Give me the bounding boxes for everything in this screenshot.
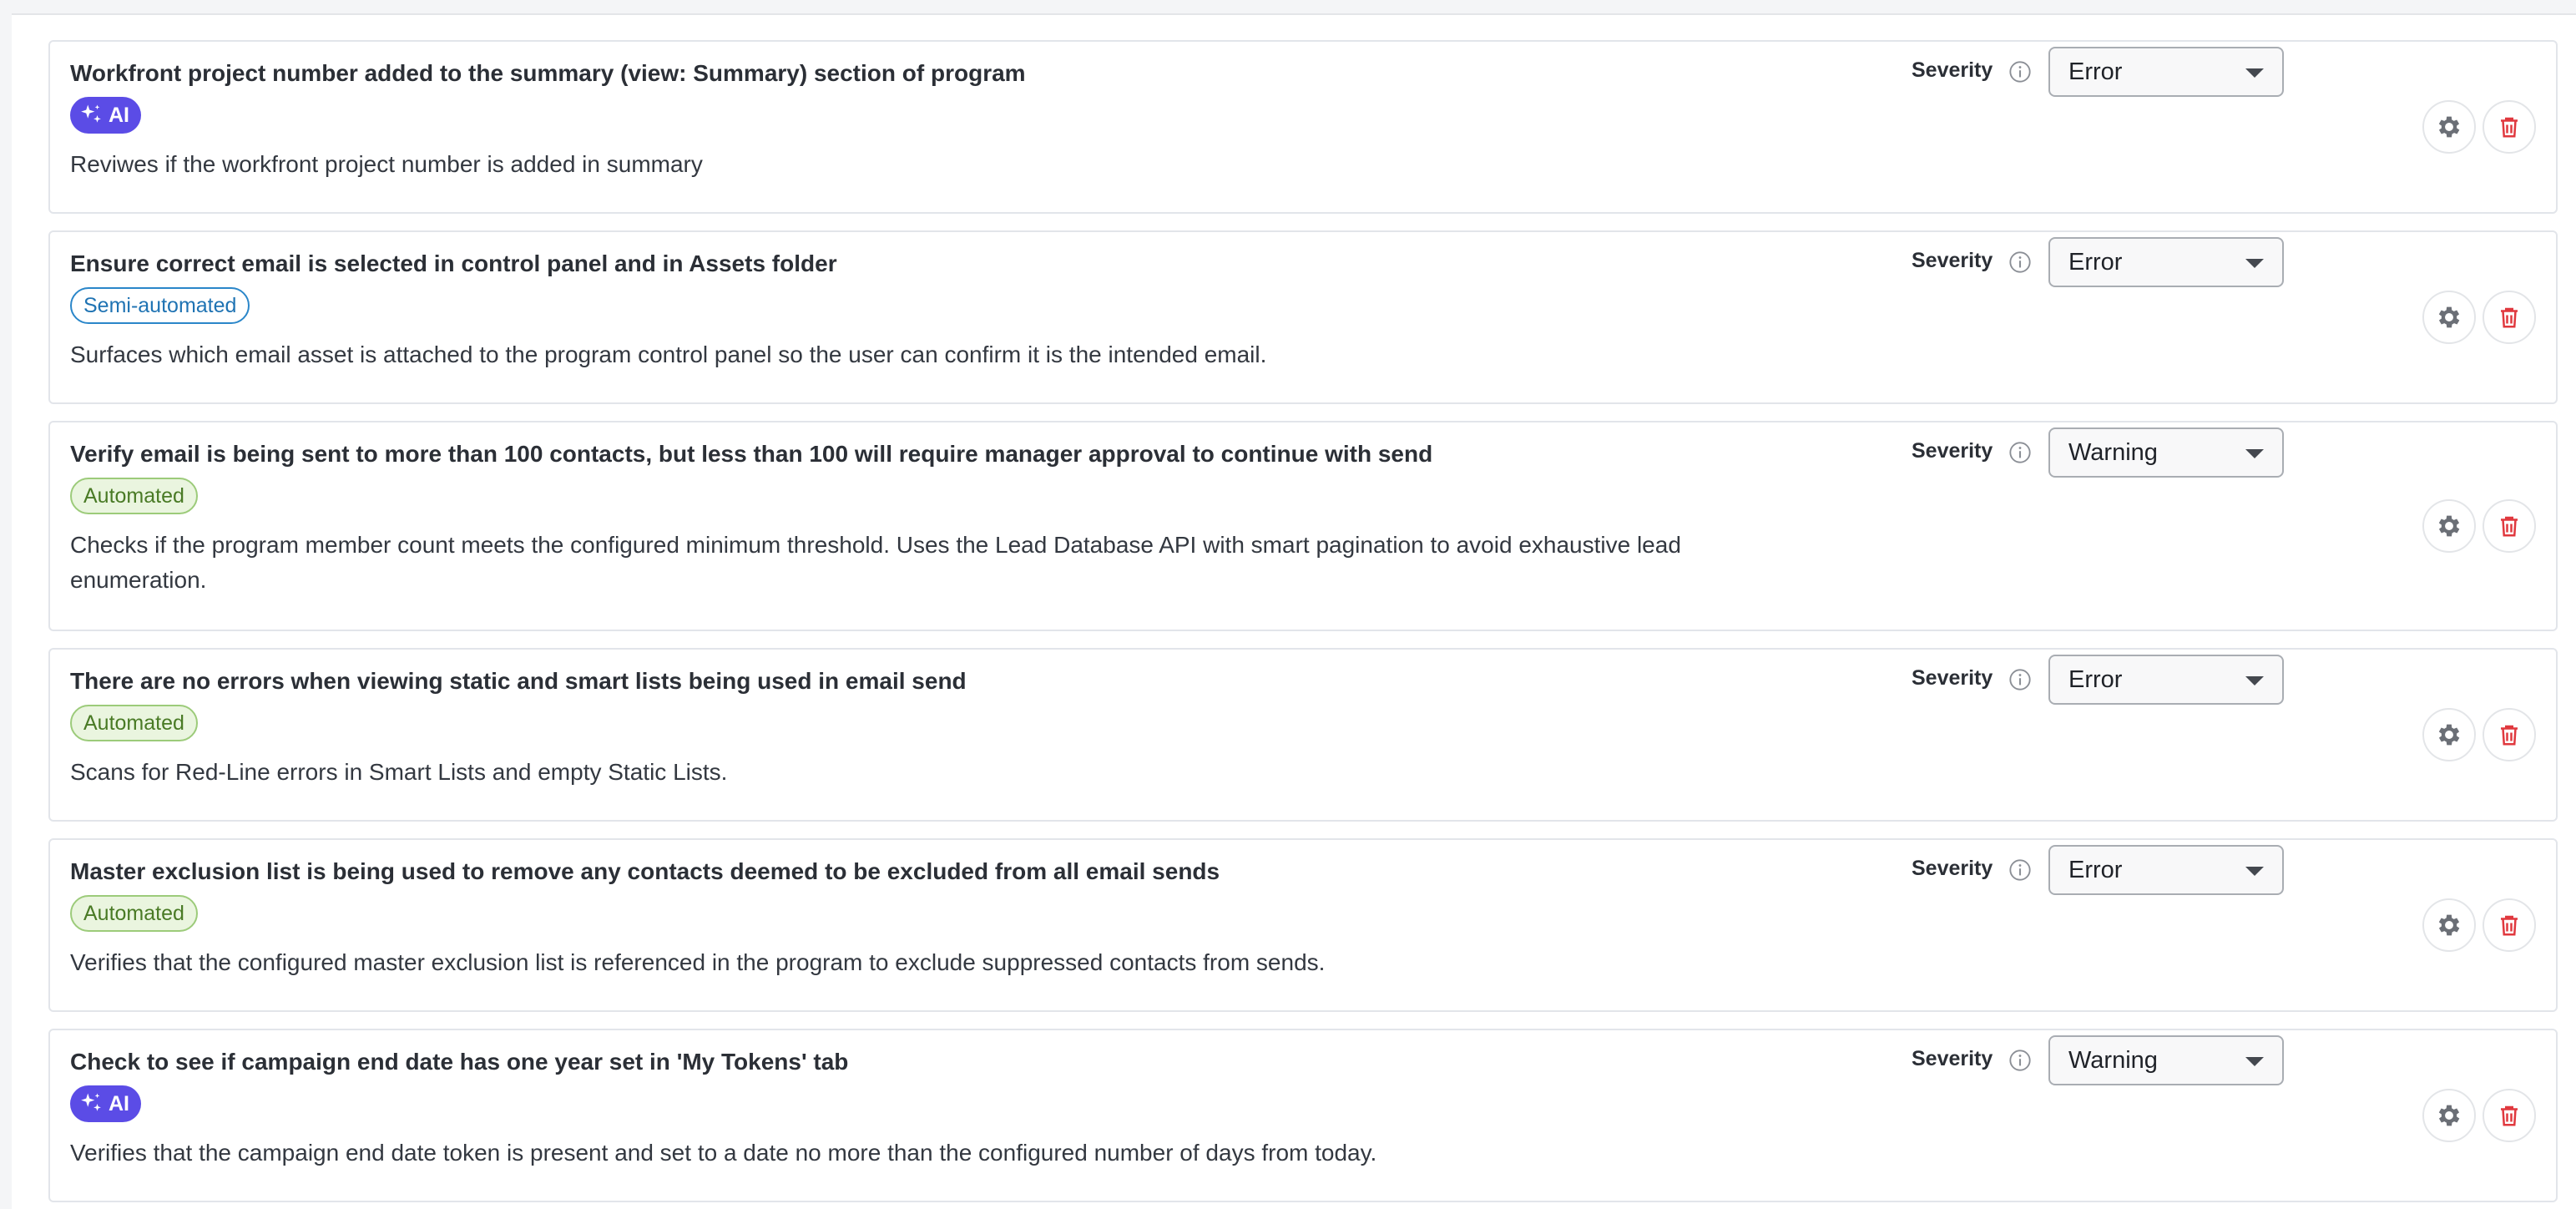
trash-icon <box>2501 516 2518 537</box>
settings-button[interactable] <box>2422 1089 2476 1142</box>
trash-icon <box>2501 1105 2518 1126</box>
rule-title: There are no errors when viewing static … <box>70 668 967 694</box>
info-icon[interactable] <box>2008 668 2032 691</box>
delete-button[interactable] <box>2483 898 2536 952</box>
severity-label: Severity <box>1912 249 1993 272</box>
rule-card: There are no errors when viewing static … <box>48 648 2558 822</box>
delete-button[interactable] <box>2483 499 2536 553</box>
delete-button[interactable] <box>2483 1089 2536 1142</box>
automated-badge: Automated <box>70 895 198 932</box>
rule-description: Reviwes if the workfront project number … <box>70 151 703 177</box>
badge-label: AI <box>109 104 129 127</box>
rule-description: Scans for Red-Line errors in Smart Lists… <box>70 759 728 785</box>
severity-select[interactable]: Error <box>2048 845 2284 895</box>
severity-value: Error <box>2068 666 2123 693</box>
rule-description: Verifies that the configured master excl… <box>70 949 1326 975</box>
severity-select[interactable]: Error <box>2048 47 2284 97</box>
caret-down-icon <box>2245 867 2264 876</box>
delete-button[interactable] <box>2483 708 2536 761</box>
sparkles-icon <box>81 1093 101 1111</box>
caret-down-icon <box>2245 449 2264 458</box>
info-icon[interactable] <box>2008 441 2032 464</box>
automated-badge: Automated <box>70 705 198 741</box>
severity-label: Severity <box>1912 1047 1993 1070</box>
settings-button[interactable] <box>2422 499 2476 553</box>
trash-icon <box>2501 307 2518 328</box>
caret-down-icon <box>2245 68 2264 78</box>
rule-card: Ensure correct email is selected in cont… <box>48 230 2558 404</box>
caret-down-icon <box>2245 259 2264 268</box>
rule-title: Check to see if campaign end date has on… <box>70 1049 849 1075</box>
rule-description: Surfaces which email asset is attached t… <box>70 341 1267 367</box>
ai-badge: AI <box>70 1085 141 1122</box>
rule-description: Checks if the program member count meets… <box>70 532 1681 593</box>
rule-card: Workfront project number added to the su… <box>48 40 2558 214</box>
rule-title: Workfront project number added to the su… <box>70 60 1026 86</box>
severity-label: Severity <box>1912 58 1993 82</box>
info-icon[interactable] <box>2008 250 2032 274</box>
trash-icon <box>2501 117 2518 138</box>
severity-label: Severity <box>1912 439 1993 463</box>
gear-icon <box>2438 914 2460 936</box>
severity-select[interactable]: Error <box>2048 237 2284 287</box>
gear-icon <box>2438 515 2460 537</box>
trash-icon <box>2501 725 2518 746</box>
trash-icon <box>2501 915 2518 936</box>
severity-select[interactable]: Warning <box>2048 427 2284 478</box>
automated-badge: Automated <box>70 478 198 514</box>
settings-button[interactable] <box>2422 898 2476 952</box>
rule-card: Master exclusion list is being used to r… <box>48 838 2558 1012</box>
gear-icon <box>2438 1105 2460 1126</box>
settings-button[interactable] <box>2422 100 2476 154</box>
info-icon[interactable] <box>2008 858 2032 882</box>
severity-label: Severity <box>1912 666 1993 690</box>
info-icon[interactable] <box>2008 1049 2032 1072</box>
severity-select[interactable]: Error <box>2048 655 2284 705</box>
delete-button[interactable] <box>2483 100 2536 154</box>
severity-label: Severity <box>1912 857 1993 880</box>
ai-badge: AI <box>70 97 141 134</box>
severity-value: Error <box>2068 58 2123 85</box>
caret-down-icon <box>2245 1057 2264 1066</box>
delete-button[interactable] <box>2483 291 2536 344</box>
gear-icon <box>2438 724 2460 746</box>
info-icon[interactable] <box>2008 60 2032 83</box>
gear-icon <box>2438 116 2460 138</box>
settings-button[interactable] <box>2422 291 2476 344</box>
rule-card: Verify email is being sent to more than … <box>48 421 2558 631</box>
rule-description: Verifies that the campaign end date toke… <box>70 1140 1377 1166</box>
caret-down-icon <box>2245 676 2264 685</box>
severity-select[interactable]: Warning <box>2048 1035 2284 1085</box>
severity-value: Error <box>2068 857 2123 883</box>
rules-list-panel: Workfront project number added to the su… <box>12 13 2576 1209</box>
rule-title: Verify email is being sent to more than … <box>70 441 1433 467</box>
severity-value: Warning <box>2068 1047 2158 1074</box>
settings-button[interactable] <box>2422 708 2476 761</box>
severity-value: Warning <box>2068 439 2158 466</box>
semi-automated-badge: Semi-automated <box>70 287 250 324</box>
severity-value: Error <box>2068 249 2123 276</box>
rule-title: Master exclusion list is being used to r… <box>70 858 1220 884</box>
gear-icon <box>2438 306 2460 328</box>
rule-card: Check to see if campaign end date has on… <box>48 1029 2558 1202</box>
sparkles-icon <box>81 104 101 123</box>
rule-title: Ensure correct email is selected in cont… <box>70 250 837 276</box>
badge-label: AI <box>109 1092 129 1115</box>
